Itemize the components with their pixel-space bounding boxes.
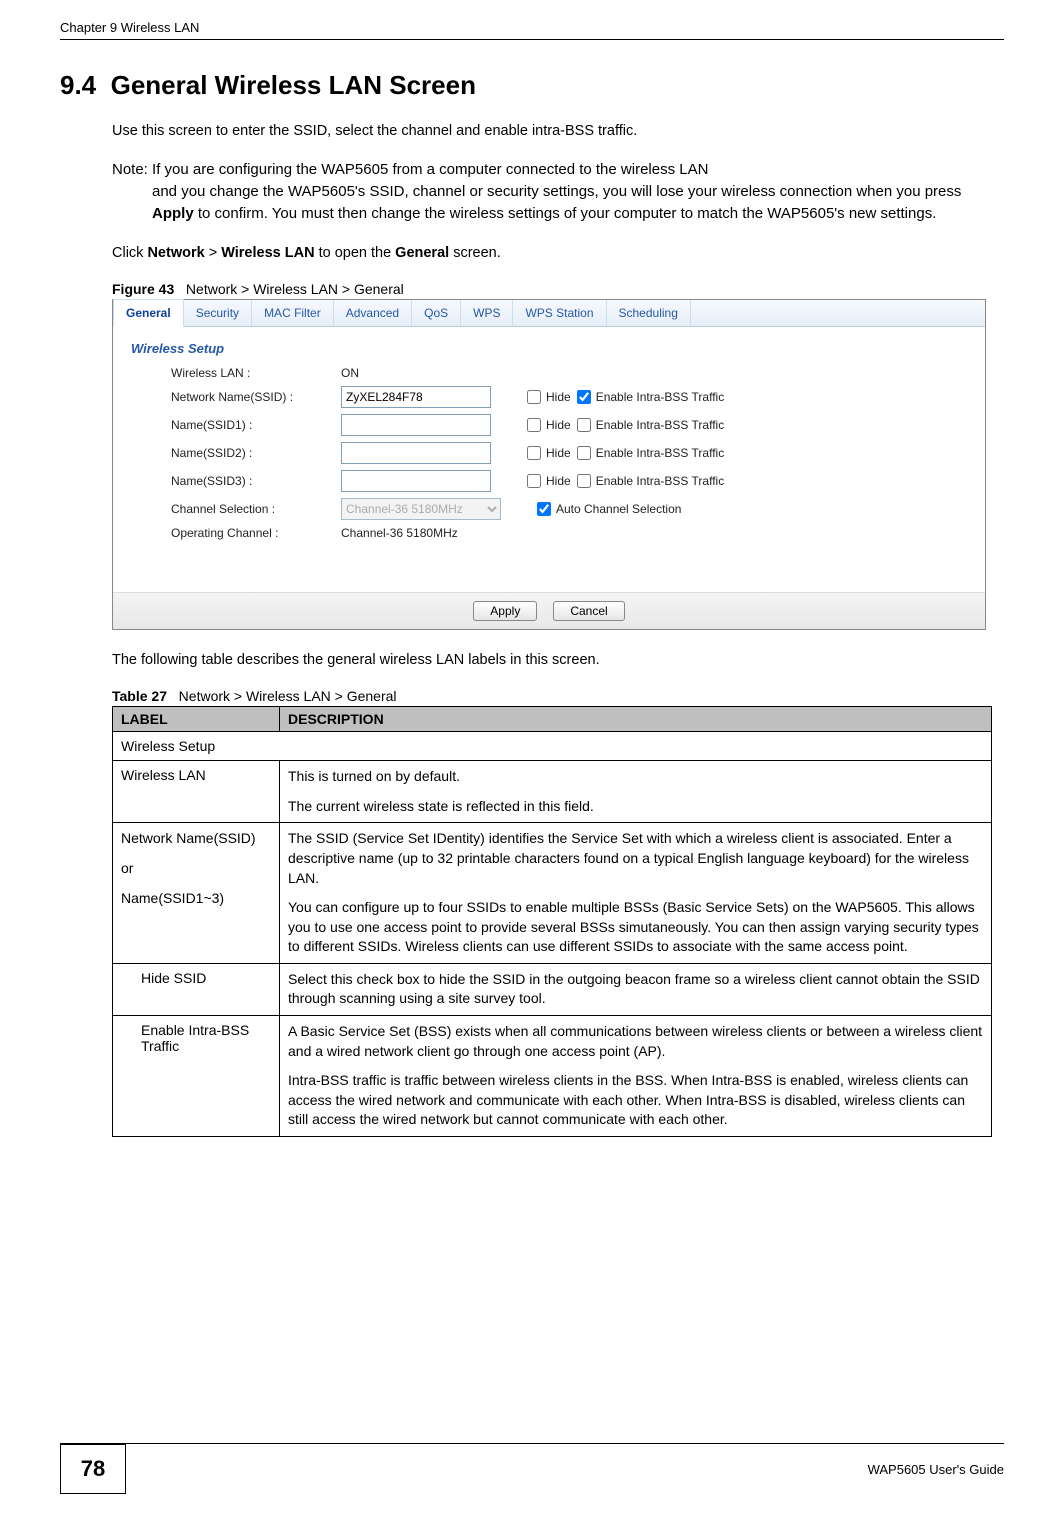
tab-advanced[interactable]: Advanced <box>334 300 412 326</box>
figure-caption-text: Network > Wireless LAN > General <box>186 281 404 297</box>
tab-general[interactable]: General <box>113 299 184 327</box>
label-hide-3: Hide <box>546 474 571 488</box>
row-operating-channel: Operating Channel : Channel-36 5180MHz <box>171 526 967 540</box>
section-title: General Wireless LAN Screen <box>111 70 476 100</box>
apply-button[interactable]: Apply <box>473 601 537 621</box>
note-prefix: Note: <box>112 161 152 178</box>
input-ssid[interactable] <box>341 386 491 408</box>
table-row: Wireless Setup <box>113 732 992 761</box>
page-number: 78 <box>60 1444 126 1494</box>
checkbox-hide-ssid1[interactable] <box>527 418 541 432</box>
button-bar: Apply Cancel <box>113 592 985 629</box>
cell-ssid-desc: The SSID (Service Set IDentity) identifi… <box>280 823 992 964</box>
label-intra-1: Enable Intra-BSS Traffic <box>596 418 725 432</box>
row-channel-selection: Channel Selection : Channel-36 5180MHz A… <box>171 498 967 520</box>
label-ssid3: Name(SSID3) : <box>171 474 341 488</box>
value-wlan: ON <box>341 366 521 380</box>
label-wlan: Wireless LAN : <box>171 366 341 380</box>
guide-name: WAP5605 User's Guide <box>868 1462 1004 1477</box>
table-header-row: LABEL DESCRIPTION <box>113 707 992 732</box>
label-auto-channel: Auto Channel Selection <box>556 502 681 516</box>
chapter-header: Chapter 9 Wireless LAN <box>60 20 1004 40</box>
page-footer: 78 WAP5605 User's Guide <box>0 1443 1064 1494</box>
row-ssid3: Name(SSID3) : Hide Enable Intra-BSS Traf… <box>171 470 967 492</box>
table-row: Network Name(SSID) or Name(SSID1~3) The … <box>113 823 992 964</box>
label-intra-2: Enable Intra-BSS Traffic <box>596 446 725 460</box>
checkbox-intra-bss-ssid3[interactable] <box>577 474 591 488</box>
figure-screenshot: General Security MAC Filter Advanced QoS… <box>112 299 986 630</box>
tab-qos[interactable]: QoS <box>412 300 461 326</box>
label-ssid1: Name(SSID1) : <box>171 418 341 432</box>
th-label: LABEL <box>113 707 280 732</box>
label-intra-3: Enable Intra-BSS Traffic <box>596 474 725 488</box>
label-hide: Hide <box>546 390 571 404</box>
table-row: Enable Intra-BSS Traffic A Basic Service… <box>113 1016 992 1137</box>
cell-intra-bss-desc: A Basic Service Set (BSS) exists when al… <box>280 1016 992 1137</box>
row-wlan: Wireless LAN : ON <box>171 366 967 380</box>
row-ssid2: Name(SSID2) : Hide Enable Intra-BSS Traf… <box>171 442 967 464</box>
table-row: Wireless LAN This is turned on by defaul… <box>113 761 992 823</box>
label-ssid2: Name(SSID2) : <box>171 446 341 460</box>
cell-intra-bss-label: Enable Intra-BSS Traffic <box>113 1016 280 1137</box>
checkbox-intra-bss-ssid2[interactable] <box>577 446 591 460</box>
tab-bar: General Security MAC Filter Advanced QoS… <box>113 300 985 327</box>
table-row: Hide SSID Select this check box to hide … <box>113 963 992 1015</box>
click-line: Click Network > Wireless LAN to open the… <box>112 243 1004 263</box>
input-ssid1[interactable] <box>341 414 491 436</box>
cell-wlan-desc: This is turned on by default. The curren… <box>280 761 992 823</box>
tab-wps[interactable]: WPS <box>461 300 513 326</box>
table-caption: Table 27 Network > Wireless LAN > Genera… <box>112 688 1004 704</box>
table-intro: The following table describes the genera… <box>112 650 1004 670</box>
label-ssid: Network Name(SSID) : <box>171 390 341 404</box>
label-hide-2: Hide <box>546 446 571 460</box>
panel-title: Wireless Setup <box>131 341 967 356</box>
section-number: 9.4 <box>60 70 96 100</box>
note-bold-apply: Apply <box>152 205 194 222</box>
input-ssid3[interactable] <box>341 470 491 492</box>
cell-hide-ssid-desc: Select this check box to hide the SSID i… <box>280 963 992 1015</box>
note-first-line: If you are configuring the WAP5605 from … <box>152 161 708 178</box>
cell-hide-ssid-label: Hide SSID <box>113 963 280 1015</box>
checkbox-intra-bss-ssid[interactable] <box>577 390 591 404</box>
cell-ssid-label: Network Name(SSID) or Name(SSID1~3) <box>113 823 280 964</box>
tab-scheduling[interactable]: Scheduling <box>607 300 691 326</box>
tab-mac-filter[interactable]: MAC Filter <box>252 300 334 326</box>
cancel-button[interactable]: Cancel <box>553 601 624 621</box>
label-operating-channel: Operating Channel : <box>171 526 341 540</box>
checkbox-auto-channel[interactable] <box>537 502 551 516</box>
figure-label: Figure 43 <box>112 281 174 297</box>
value-operating-channel: Channel-36 5180MHz <box>341 526 521 540</box>
cell-wlan-label: Wireless LAN <box>113 761 280 823</box>
row-ssid1: Name(SSID1) : Hide Enable Intra-BSS Traf… <box>171 414 967 436</box>
table-caption-text: Network > Wireless LAN > General <box>179 688 397 704</box>
input-ssid2[interactable] <box>341 442 491 464</box>
checkbox-hide-ssid3[interactable] <box>527 474 541 488</box>
checkbox-hide-ssid[interactable] <box>527 390 541 404</box>
note-paragraph: Note: If you are configuring the WAP5605… <box>112 159 1004 224</box>
description-table: LABEL DESCRIPTION Wireless Setup Wireles… <box>112 706 992 1137</box>
note-body-post: to confirm. You must then change the wir… <box>194 205 937 222</box>
label-channel-selection: Channel Selection : <box>171 502 341 516</box>
select-channel[interactable]: Channel-36 5180MHz <box>341 498 501 520</box>
table-label: Table 27 <box>112 688 167 704</box>
tab-security[interactable]: Security <box>184 300 252 326</box>
intro-paragraph: Use this screen to enter the SSID, selec… <box>112 121 1004 141</box>
section-heading: 9.4 General Wireless LAN Screen <box>60 70 1004 101</box>
label-intra: Enable Intra-BSS Traffic <box>596 390 725 404</box>
tab-wps-station[interactable]: WPS Station <box>513 300 606 326</box>
th-description: DESCRIPTION <box>280 707 992 732</box>
checkbox-intra-bss-ssid1[interactable] <box>577 418 591 432</box>
row-ssid: Network Name(SSID) : Hide Enable Intra-B… <box>171 386 967 408</box>
checkbox-hide-ssid2[interactable] <box>527 446 541 460</box>
cell-wireless-setup: Wireless Setup <box>113 732 992 761</box>
figure-caption: Figure 43 Network > Wireless LAN > Gener… <box>112 281 1004 297</box>
note-body-pre: and you change the WAP5605's SSID, chann… <box>152 183 961 200</box>
label-hide-1: Hide <box>546 418 571 432</box>
